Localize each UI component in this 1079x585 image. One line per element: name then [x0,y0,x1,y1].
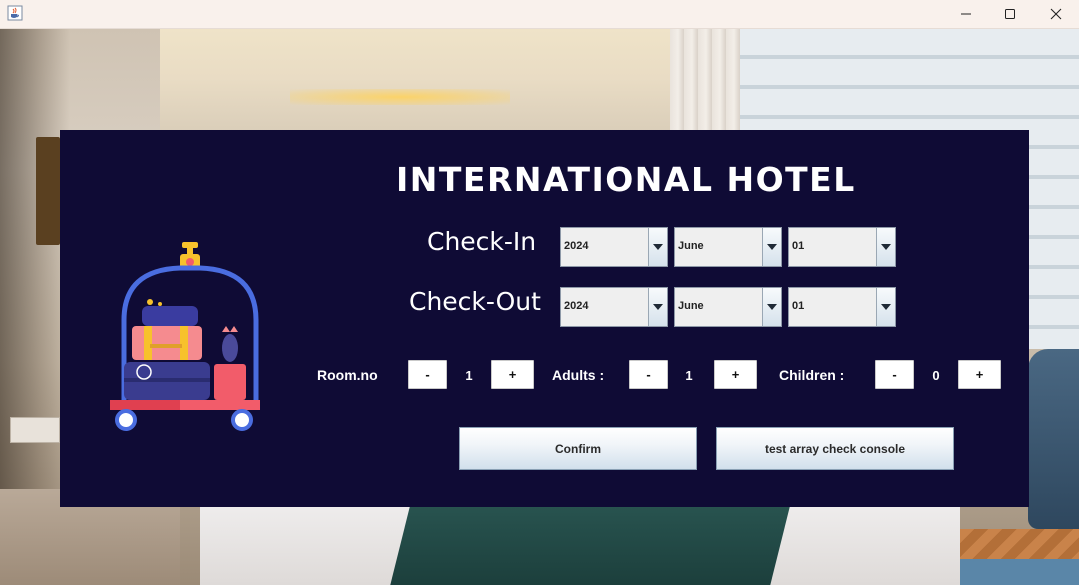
chevron-down-icon[interactable] [876,288,895,326]
children-increment-button[interactable]: + [958,360,1001,389]
test-array-button[interactable]: test array check console [716,427,954,470]
checkout-day-value: 01 [792,300,805,312]
checkin-day-value: 01 [792,240,805,252]
maximize-icon [1005,9,1015,19]
java-cup-icon [7,5,23,21]
children-value: 0 [932,368,940,383]
checkout-label: Check-Out [409,287,541,316]
chevron-down-icon[interactable] [648,288,667,326]
checkin-year-value: 2024 [564,240,589,252]
booking-panel: INTERNATIONAL HOTEL Check-In 2024 June 0… [60,130,1029,507]
checkout-month-value: June [678,300,704,312]
checkout-year-value: 2024 [564,300,589,312]
checkin-year-select[interactable]: 2024 [560,227,668,267]
bed-throw [390,507,790,585]
window-title-bar [0,0,1079,29]
close-icon [1050,8,1062,20]
children-decrement-button[interactable]: - [875,360,914,389]
room-increment-button[interactable]: + [491,360,534,389]
wall-outlet [10,417,60,443]
adults-value: 1 [685,368,693,383]
adults-label: Adults : [552,367,605,383]
minimize-button[interactable] [943,0,989,28]
checkout-day-select[interactable]: 01 [788,287,896,327]
adults-increment-button[interactable]: + [714,360,757,389]
children-label: Children : [779,367,845,383]
close-button[interactable] [1033,0,1079,28]
confirm-button[interactable]: Confirm [459,427,697,470]
adults-decrement-button[interactable]: - [629,360,668,389]
checkin-month-select[interactable]: June [674,227,782,267]
chevron-down-icon[interactable] [762,228,781,266]
checkin-day-select[interactable]: 01 [788,227,896,267]
luggage-cart-icon [110,242,260,431]
page-title: INTERNATIONAL HOTEL [396,160,856,199]
room-label: Room.no [317,367,378,383]
checkin-month-value: June [678,240,704,252]
ceiling-light-glow [290,89,510,105]
armchair [1028,349,1079,529]
checkout-month-select[interactable]: June [674,287,782,327]
chevron-down-icon[interactable] [876,228,895,266]
room-decrement-button[interactable]: - [408,360,447,389]
minimize-icon [961,13,971,15]
room-value: 1 [465,368,473,383]
wall-lamp [36,137,60,245]
chevron-down-icon[interactable] [648,228,667,266]
rug [960,559,1079,585]
checkin-label: Check-In [427,227,537,256]
chevron-down-icon[interactable] [762,288,781,326]
wall-panel [160,29,720,139]
checkout-year-select[interactable]: 2024 [560,287,668,327]
maximize-button[interactable] [987,0,1033,28]
